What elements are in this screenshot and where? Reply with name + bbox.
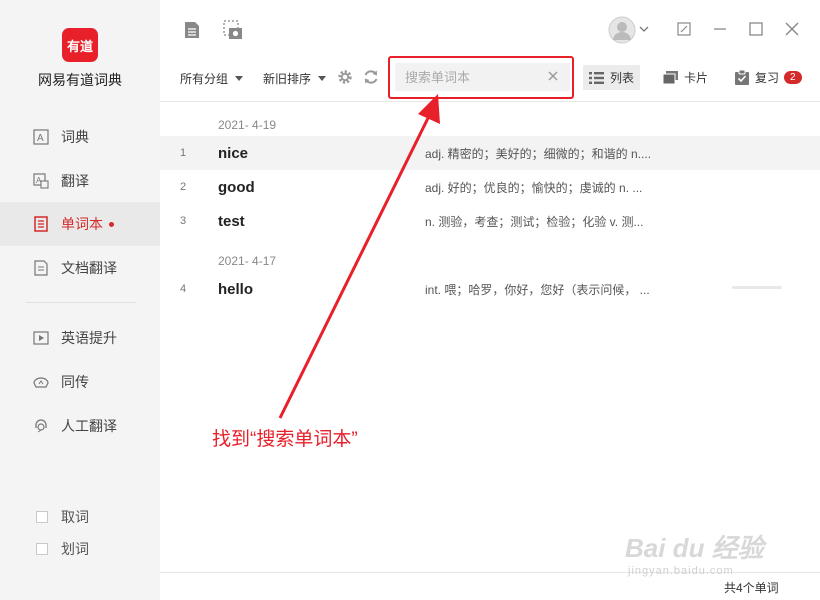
video-play-icon — [32, 329, 50, 347]
review-icon — [735, 70, 749, 85]
row-number: 2 — [180, 181, 187, 193]
sidebar-item-human-translate[interactable]: 人工翻译 — [0, 404, 160, 448]
caret-down-icon — [235, 76, 244, 81]
list-view-label: 列表 — [610, 71, 635, 85]
sidebar-item-label: 同传 — [61, 374, 89, 390]
word-text: test — [218, 212, 245, 230]
sidebar-item-translate[interactable]: A 翻译 — [0, 159, 160, 203]
word-definition: adj. 精密的；美好的；细微的；和谐的 n.... — [425, 146, 652, 161]
word-definition: adj. 好的；优良的；愉快的；虔诚的 n. ... — [425, 180, 643, 195]
word-text: hello — [218, 280, 254, 298]
sidebar-divider — [26, 302, 136, 303]
sidebar-item-english-improve[interactable]: 英语提升 — [0, 316, 160, 360]
row-number: 4 — [180, 283, 187, 295]
mini-mode-icon[interactable] — [675, 20, 693, 38]
app-name: 网易有道词典 — [38, 72, 122, 88]
avatar[interactable] — [607, 15, 637, 45]
word-row[interactable]: 4 hello int. 喂；哈罗，你好，您好（表示问候， ... — [160, 272, 820, 306]
caret-down-icon — [318, 76, 327, 81]
word-text: good — [218, 178, 255, 196]
list-icon — [589, 71, 604, 84]
unread-dot — [109, 221, 114, 227]
sort-dropdown[interactable]: 新旧排序 — [263, 70, 327, 87]
sidebar-item-label: 翻译 — [61, 173, 89, 189]
date-header: 2021- 4-19 — [218, 118, 277, 132]
toolbar-divider — [160, 101, 820, 102]
check-label: 取词 — [61, 509, 89, 525]
row-number: 1 — [180, 147, 187, 159]
group-filter-label: 所有分组 — [180, 72, 229, 86]
dictionary-icon: A — [32, 128, 50, 146]
watermark-url: jingyan.baidu.com — [628, 565, 734, 577]
review-count-badge: 2 — [784, 71, 802, 84]
headset-icon — [32, 417, 50, 435]
screenshot-icon[interactable] — [222, 19, 244, 41]
sidebar: 有道 网易有道词典 A 词典 A 翻译 单词本 文档翻译 英语提升 同传 人工翻… — [0, 0, 160, 600]
sync-icon[interactable] — [363, 69, 379, 85]
progress-indicator — [732, 286, 782, 289]
group-filter-dropdown[interactable]: 所有分组 — [180, 70, 244, 87]
minimize-icon[interactable] — [711, 20, 729, 38]
watermark: Bai du 经验 — [625, 533, 764, 563]
sidebar-item-label: 词典 — [61, 129, 89, 145]
card-view-button[interactable]: 卡片 — [657, 65, 714, 90]
word-row[interactable]: 2 good adj. 好的；优良的；愉快的；虔诚的 n. ... — [160, 170, 820, 204]
date-header: 2021- 4-17 — [218, 254, 277, 268]
checkbox[interactable] — [36, 511, 48, 523]
app-logo: 有道 — [62, 28, 98, 62]
sidebar-item-label: 英语提升 — [61, 330, 117, 346]
review-button[interactable]: 复习 2 — [729, 65, 808, 90]
quick-lookup-toggle[interactable]: 取词 — [36, 507, 89, 527]
chevron-down-icon[interactable] — [639, 24, 649, 34]
card-icon — [663, 71, 678, 84]
sidebar-item-dictionary[interactable]: A 词典 — [0, 115, 160, 159]
word-definition: n. 测验，考查；测试；检验；化验 v. 测... — [425, 214, 644, 229]
sidebar-item-interpret[interactable]: 同传 — [0, 360, 160, 404]
card-view-label: 卡片 — [684, 71, 709, 85]
sidebar-item-label: 单词本 — [61, 216, 103, 232]
word-count: 共4个单词 — [724, 581, 779, 595]
list-view-button[interactable]: 列表 — [583, 65, 641, 90]
sidebar-item-label: 人工翻译 — [61, 418, 117, 434]
word-row[interactable]: 3 test n. 测验，考查；测试；检验；化验 v. 测... — [160, 204, 820, 238]
sidebar-item-label: 文档翻译 — [61, 260, 117, 276]
maximize-icon[interactable] — [747, 20, 765, 38]
annotation-highlight-box — [388, 56, 574, 99]
sort-label: 新旧排序 — [263, 72, 312, 86]
svg-text:A: A — [37, 133, 44, 144]
review-label: 复习 — [755, 71, 780, 85]
select-lookup-toggle[interactable]: 划词 — [36, 539, 89, 559]
checkbox[interactable] — [36, 543, 48, 555]
interpret-icon — [32, 373, 50, 391]
document-icon[interactable] — [182, 20, 202, 40]
word-row[interactable]: 1 nice adj. 精密的；美好的；细微的；和谐的 n.... — [160, 136, 820, 170]
translate-icon: A — [32, 172, 50, 190]
check-label: 划词 — [61, 541, 89, 557]
close-icon[interactable] — [783, 20, 801, 38]
word-text: nice — [218, 144, 249, 162]
word-definition: int. 喂；哈罗，你好，您好（表示问候， ... — [425, 282, 650, 297]
document-translate-icon — [32, 259, 50, 277]
sidebar-item-wordbook[interactable]: 单词本 — [0, 202, 160, 246]
settings-icon[interactable] — [337, 69, 353, 85]
wordbook-icon — [32, 215, 50, 233]
row-number: 3 — [180, 215, 187, 227]
annotation-label: 找到“搜索单词本” — [212, 429, 358, 450]
sidebar-item-doc-translate[interactable]: 文档翻译 — [0, 246, 160, 290]
